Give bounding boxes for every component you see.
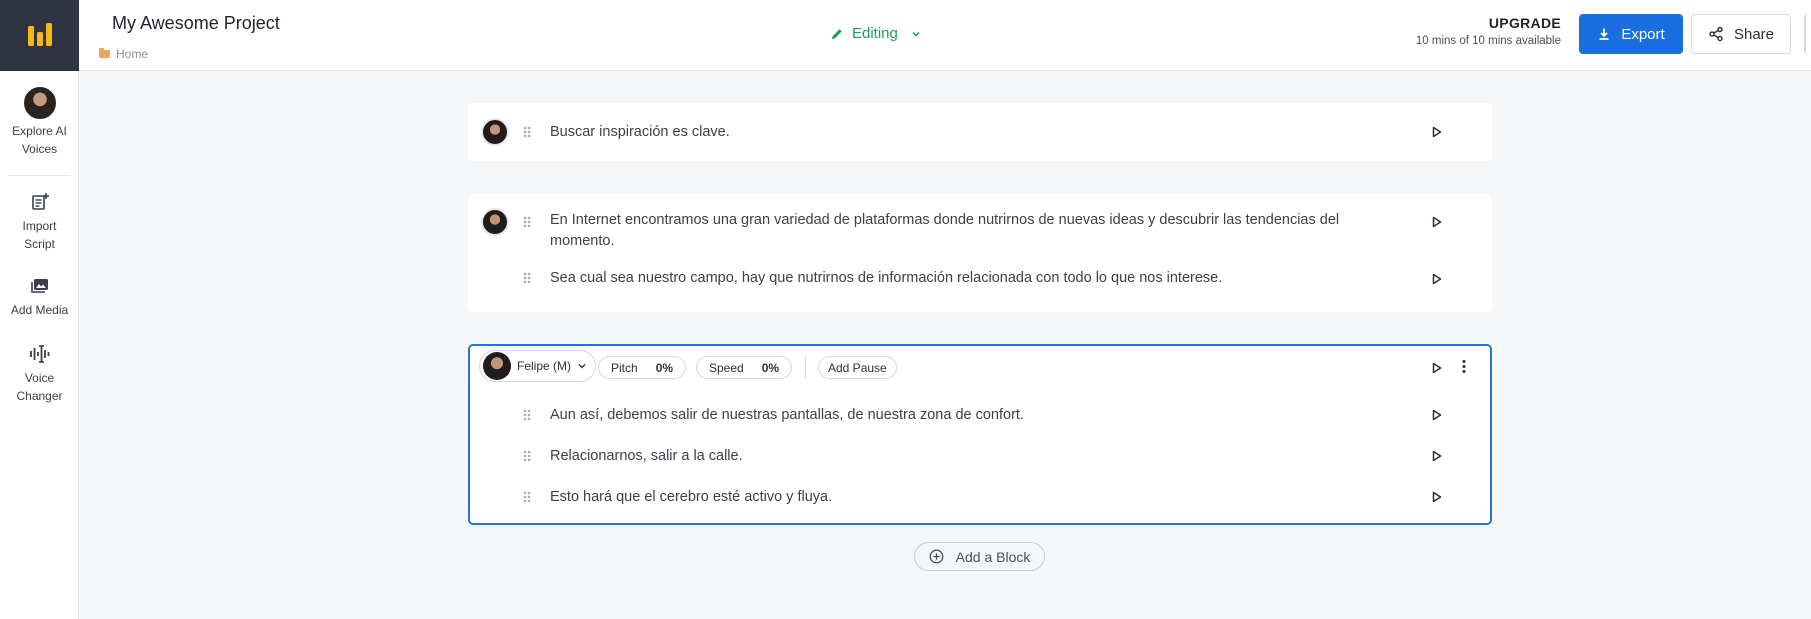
drag-handle-icon[interactable] <box>523 216 531 228</box>
script-line[interactable]: En Internet encontramos una gran varieda… <box>468 194 1492 256</box>
export-button[interactable]: Export <box>1579 14 1683 54</box>
import-script-icon <box>31 193 49 210</box>
next-control-edge <box>1804 14 1811 54</box>
upgrade-info[interactable]: UPGRADE 10 mins of 10 mins available <box>1416 15 1561 47</box>
script-line[interactable]: Buscar inspiración es clave. <box>468 103 1492 161</box>
media-icon <box>30 279 48 293</box>
block-toolbar: Felipe (M) Pitch 0% Speed 0% Add Pause <box>470 346 1490 390</box>
sidebar-item-voice-changer[interactable]: Voice Changer <box>0 341 79 405</box>
share-label: Share <box>1733 25 1775 43</box>
pitch-label: Pitch <box>611 360 638 375</box>
sidebar-item-label: Add Media <box>10 303 69 317</box>
script-line[interactable]: Relacionarnos, salir a la calle. <box>470 435 1490 476</box>
voice-avatar-icon <box>23 87 56 119</box>
script-block[interactable]: En Internet encontramos una gran varieda… <box>468 194 1492 312</box>
script-block[interactable]: Buscar inspiración es clave. <box>468 103 1492 161</box>
voice-avatar[interactable] <box>481 208 509 236</box>
play-icon[interactable] <box>1430 272 1444 286</box>
voice-avatar[interactable] <box>481 118 509 146</box>
chevron-down-icon <box>578 364 586 369</box>
breadcrumb-home: Home <box>116 47 149 61</box>
app-logo[interactable] <box>0 0 79 71</box>
voice-selector[interactable]: Felipe (M) <box>479 350 597 382</box>
play-icon[interactable] <box>1430 490 1444 504</box>
chevron-down-icon <box>912 31 920 37</box>
drag-handle-icon[interactable] <box>523 450 531 462</box>
add-pause-label: Add Pause <box>828 360 887 375</box>
play-icon[interactable] <box>1430 125 1444 139</box>
line-text[interactable]: Aun así, debemos salir de nuestras panta… <box>550 405 1362 426</box>
toolbar-divider <box>805 356 806 378</box>
voice-changer-icon <box>29 345 49 363</box>
upgrade-link[interactable]: UPGRADE <box>1416 15 1561 31</box>
sidebar-item-add-media[interactable]: Add Media <box>0 273 79 319</box>
line-text[interactable]: Relacionarnos, salir a la calle. <box>550 446 1362 467</box>
voice-name: Felipe (M) <box>517 359 572 373</box>
status-label: Editing <box>852 25 898 42</box>
project-title[interactable]: My Awesome Project <box>112 13 280 34</box>
speed-label: Speed <box>709 360 744 375</box>
sidebar-item-import-script[interactable]: Import Script <box>0 189 79 253</box>
sidebar: Explore AI Voices Import Script Add Medi… <box>0 0 79 619</box>
script-line[interactable]: Aun así, debemos salir de nuestras panta… <box>470 394 1490 435</box>
logo-icon <box>27 22 52 46</box>
sidebar-divider <box>8 175 71 176</box>
add-pause-button[interactable]: Add Pause <box>818 356 897 379</box>
sidebar-item-label: Import Script <box>22 219 57 251</box>
play-icon[interactable] <box>1430 408 1444 422</box>
download-icon <box>1599 28 1609 40</box>
play-block-icon[interactable] <box>1430 361 1444 375</box>
sidebar-item-label: Explore AI Voices <box>12 124 67 156</box>
line-text[interactable]: Esto hará que el cerebro esté activo y f… <box>550 487 1362 508</box>
line-text[interactable]: En Internet encontramos una gran varieda… <box>550 210 1362 252</box>
speed-control[interactable]: Speed 0% <box>696 356 793 379</box>
breadcrumb[interactable]: Home <box>99 47 148 61</box>
pitch-value: 0% <box>655 360 674 375</box>
usage-text: 10 mins of 10 mins available <box>1415 35 1561 47</box>
speed-value: 0% <box>761 360 780 375</box>
line-text[interactable]: Sea cual sea nuestro campo, hay que nutr… <box>550 268 1362 289</box>
add-block-button[interactable]: Add a Block <box>914 542 1045 571</box>
line-text[interactable]: Buscar inspiración es clave. <box>550 122 1362 143</box>
share-button[interactable]: Share <box>1691 14 1791 54</box>
pitch-control[interactable]: Pitch 0% <box>598 356 687 379</box>
more-options-icon[interactable] <box>1462 359 1466 373</box>
script-line[interactable]: Esto hará que el cerebro esté activo y f… <box>470 476 1490 517</box>
script-block-active[interactable]: Felipe (M) Pitch 0% Speed 0% Add Pause A… <box>468 344 1492 525</box>
pencil-icon <box>832 28 842 39</box>
drag-handle-icon[interactable] <box>523 126 531 138</box>
voice-avatar <box>483 352 511 380</box>
drag-handle-icon[interactable] <box>523 272 531 284</box>
add-block-label: Add a Block <box>955 548 1031 565</box>
drag-handle-icon[interactable] <box>523 409 531 421</box>
share-icon <box>1709 26 1723 42</box>
top-header: My Awesome Project Home Editing UPGRADE … <box>79 0 1811 71</box>
export-label: Export <box>1621 25 1665 43</box>
folder-icon <box>99 48 110 58</box>
sidebar-item-label: Voice Changer <box>16 371 63 403</box>
script-line[interactable]: Sea cual sea nuestro campo, hay que nutr… <box>468 256 1492 296</box>
sidebar-item-explore-voices[interactable]: Explore AI Voices <box>0 86 79 158</box>
drag-handle-icon[interactable] <box>523 491 531 503</box>
play-icon[interactable] <box>1430 215 1444 229</box>
plus-circle-icon <box>929 549 944 564</box>
play-icon[interactable] <box>1430 449 1444 463</box>
editing-status-dropdown[interactable]: Editing <box>830 25 922 42</box>
